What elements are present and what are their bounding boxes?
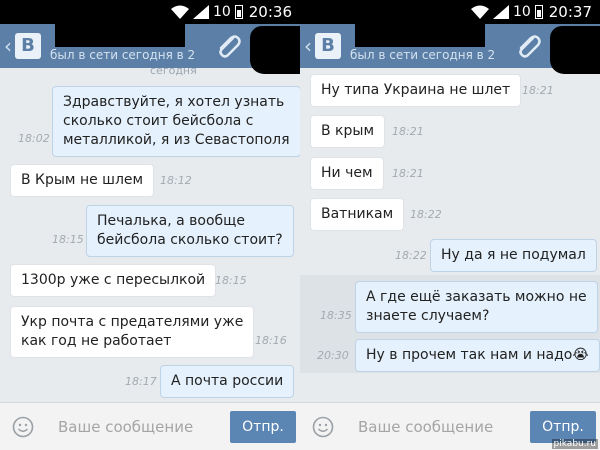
message-bubble[interactable]: Укр почта с предателями уже как год не ра… [10,306,255,358]
message-time: 18:35 [320,309,352,322]
clipped-date-label: сегодня [150,68,197,77]
back-chevron-icon[interactable]: ‹ [304,34,312,58]
back-chevron-icon[interactable]: ‹ [4,34,12,58]
message-time: 18:22 [395,249,427,262]
message-time: 18:12 [160,174,192,187]
message-input[interactable] [346,409,521,445]
message-bubble[interactable]: Ну в прочем так нам и надо😭 [355,339,600,372]
message-time: 18:17 [125,375,157,388]
message-time: 18:02 [18,132,50,145]
compose-bar: Отпр. [0,402,300,450]
chat-header: ‹ B был в сети сегодня в 2 [300,24,600,74]
message-time: 18:21 [392,125,424,138]
battery-icon [534,5,543,19]
signal-icon [492,5,509,19]
status-network-label: 10 [212,4,231,20]
message-time: 18:16 [255,334,287,347]
status-time: 20:36 [248,3,292,21]
message-time: 18:15 [215,274,247,287]
redacted-contact-name [55,24,185,47]
message-input[interactable] [46,409,221,445]
smiley-icon[interactable] [312,416,334,438]
message-bubble[interactable]: Печалька, а вообще бейсбола сколько стоит… [86,205,294,257]
chat-screen-left: 10 20:36 ‹ B был в сети сегодня в 2 сего… [0,0,300,450]
signal-icon [192,5,209,19]
chat-header: ‹ B был в сети сегодня в 2 [0,24,300,74]
message-bubble[interactable]: Ватникам [310,198,405,231]
message-list[interactable]: Ну типа Украина не шлет 18:21 В крым 18:… [300,68,600,402]
contact-avatar[interactable] [550,26,600,74]
wifi-icon [170,5,189,19]
message-list[interactable]: сегодня Здравствуйте, я хотел узнать скол… [0,68,300,402]
message-bubble[interactable]: А где ещё заказать можно не знаете случае… [355,281,598,333]
last-seen-status: был в сети сегодня в 2 [50,48,196,62]
smiley-icon[interactable] [12,416,34,438]
message-bubble[interactable]: Ну да я не подумал [430,239,597,272]
wifi-icon [470,5,489,19]
message-time: 18:15 [52,233,84,246]
message-bubble[interactable]: В крым [310,115,386,148]
message-bubble[interactable]: Здравствуйте, я хотел узнать сколько стои… [52,86,300,157]
message-time: 18:22 [410,208,442,221]
status-bar: 10 20:37 [300,0,600,24]
message-bubble[interactable]: 1300р уже с пересылкой [10,264,217,297]
redacted-contact-name [355,24,485,47]
vk-logo-button[interactable]: B [315,33,341,59]
message-bubble[interactable]: Ну типа Украина не шлет [310,74,522,107]
chat-screen-right: 10 20:37 ‹ B был в сети сегодня в 2 Ну т… [300,0,600,450]
status-network-label: 10 [512,4,531,20]
paperclip-icon[interactable] [213,34,243,60]
contact-avatar[interactable] [250,26,300,74]
battery-icon [234,5,243,19]
status-time: 20:37 [548,3,592,21]
compose-bar: Отпр. pikabu.ru [300,402,600,450]
message-bubble[interactable]: Ни чем [310,157,384,190]
watermark: pikabu.ru [551,439,598,449]
message-time: 18:21 [522,84,554,97]
paperclip-icon[interactable] [513,34,543,60]
message-bubble[interactable]: В Крым не шлем [10,164,155,197]
message-bubble[interactable]: А почта россии [160,365,295,398]
vk-logo-button[interactable]: B [15,33,41,59]
message-time: 18:21 [392,167,424,180]
send-button[interactable]: Отпр. [230,411,296,443]
status-bar: 10 20:36 [0,0,300,24]
last-seen-status: был в сети сегодня в 2 [350,48,496,62]
message-time: 20:30 [317,349,349,362]
